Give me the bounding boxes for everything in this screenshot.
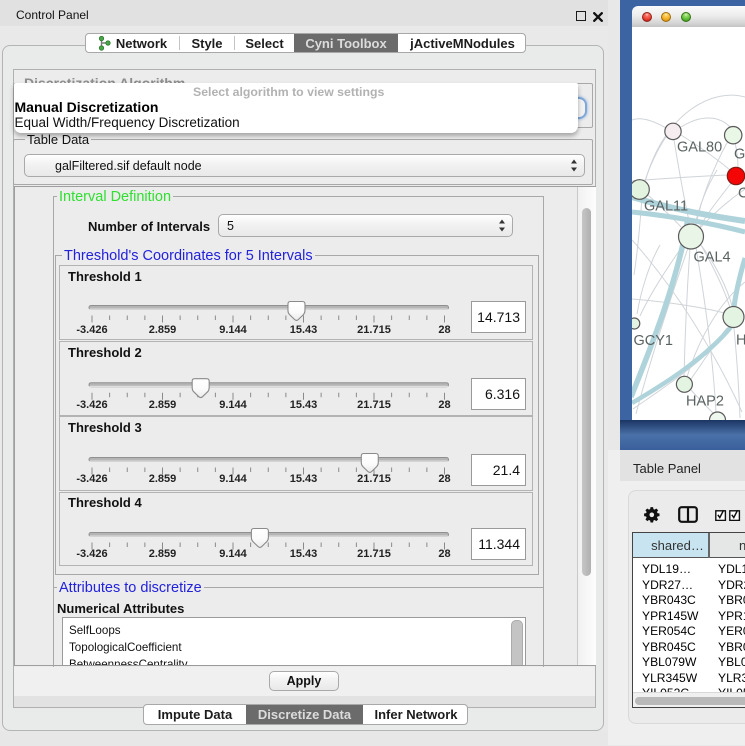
svg-text:GA: GA [734,147,745,163]
svg-text:HI: HI [736,333,745,349]
svg-text:CD: CD [738,186,745,202]
svg-text:GCY1: GCY1 [634,333,674,349]
svg-text:GAL80: GAL80 [677,140,722,156]
svg-text:GAL11: GAL11 [644,199,688,215]
svg-text:HAP2: HAP2 [686,394,724,410]
svg-text:GAL4: GAL4 [694,250,731,266]
